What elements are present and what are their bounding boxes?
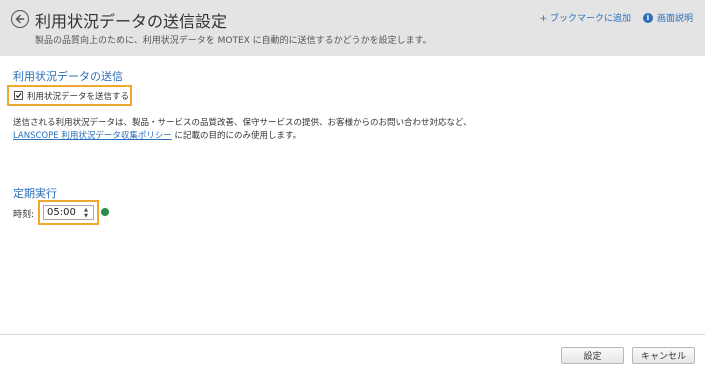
schedule-section-title: 定期実行 (13, 187, 57, 200)
policy-link[interactable]: LANSCOPE 利用状況データ収集ポリシー (13, 131, 172, 141)
time-spinner[interactable]: ▲ ▼ (82, 207, 90, 219)
back-button[interactable] (11, 10, 29, 28)
time-value: 05:00 (47, 207, 76, 218)
save-button[interactable]: 設定 (561, 347, 624, 364)
description-line-2-suffix: に記載の目的にのみ使用します。 (171, 131, 302, 141)
description-line-1: 送信される利用状況データは、製品・サービスの品質改善、保守サービスの提供、お客様… (13, 118, 472, 128)
info-icon: i (642, 12, 653, 23)
chevron-down-icon[interactable]: ▼ (84, 213, 88, 219)
header-links: + ブックマークに追加 i 画面説明 (540, 11, 693, 24)
time-input[interactable]: 05:00 ▲ ▼ (43, 205, 94, 220)
description-line-2: LANSCOPE 利用状況データ収集ポリシー に記載の目的にのみ使用します。 (13, 130, 472, 143)
time-field-highlight: 05:00 ▲ ▼ (38, 200, 99, 225)
page-header: 利用状況データの送信設定 製品の品質向上のために、利用状況データを MOTEX … (0, 0, 705, 56)
page-title: 利用状況データの送信設定 (35, 12, 228, 31)
help-link[interactable]: i 画面説明 (642, 11, 693, 24)
description-text: 送信される利用状況データは、製品・サービスの品質改善、保守サービスの提供、お客様… (13, 117, 472, 143)
footer-divider (0, 334, 705, 335)
cancel-button[interactable]: キャンセル (632, 347, 695, 364)
checkbox-box[interactable] (14, 91, 23, 100)
globe-icon (101, 208, 109, 216)
arrow-left-icon (15, 14, 25, 24)
checkbox-label: 利用状況データを送信する (27, 91, 130, 102)
bookmark-link[interactable]: + ブックマークに追加 (540, 11, 631, 24)
time-label: 時刻: (13, 210, 35, 220)
send-section-title: 利用状況データの送信 (13, 70, 123, 83)
send-data-checkbox[interactable]: 利用状況データを送信する (7, 85, 132, 106)
checkmark-icon (15, 93, 22, 99)
page-subtitle: 製品の品質向上のために、利用状況データを MOTEX に自動的に送信するかどうか… (35, 36, 432, 46)
help-link-label: 画面説明 (656, 14, 693, 24)
